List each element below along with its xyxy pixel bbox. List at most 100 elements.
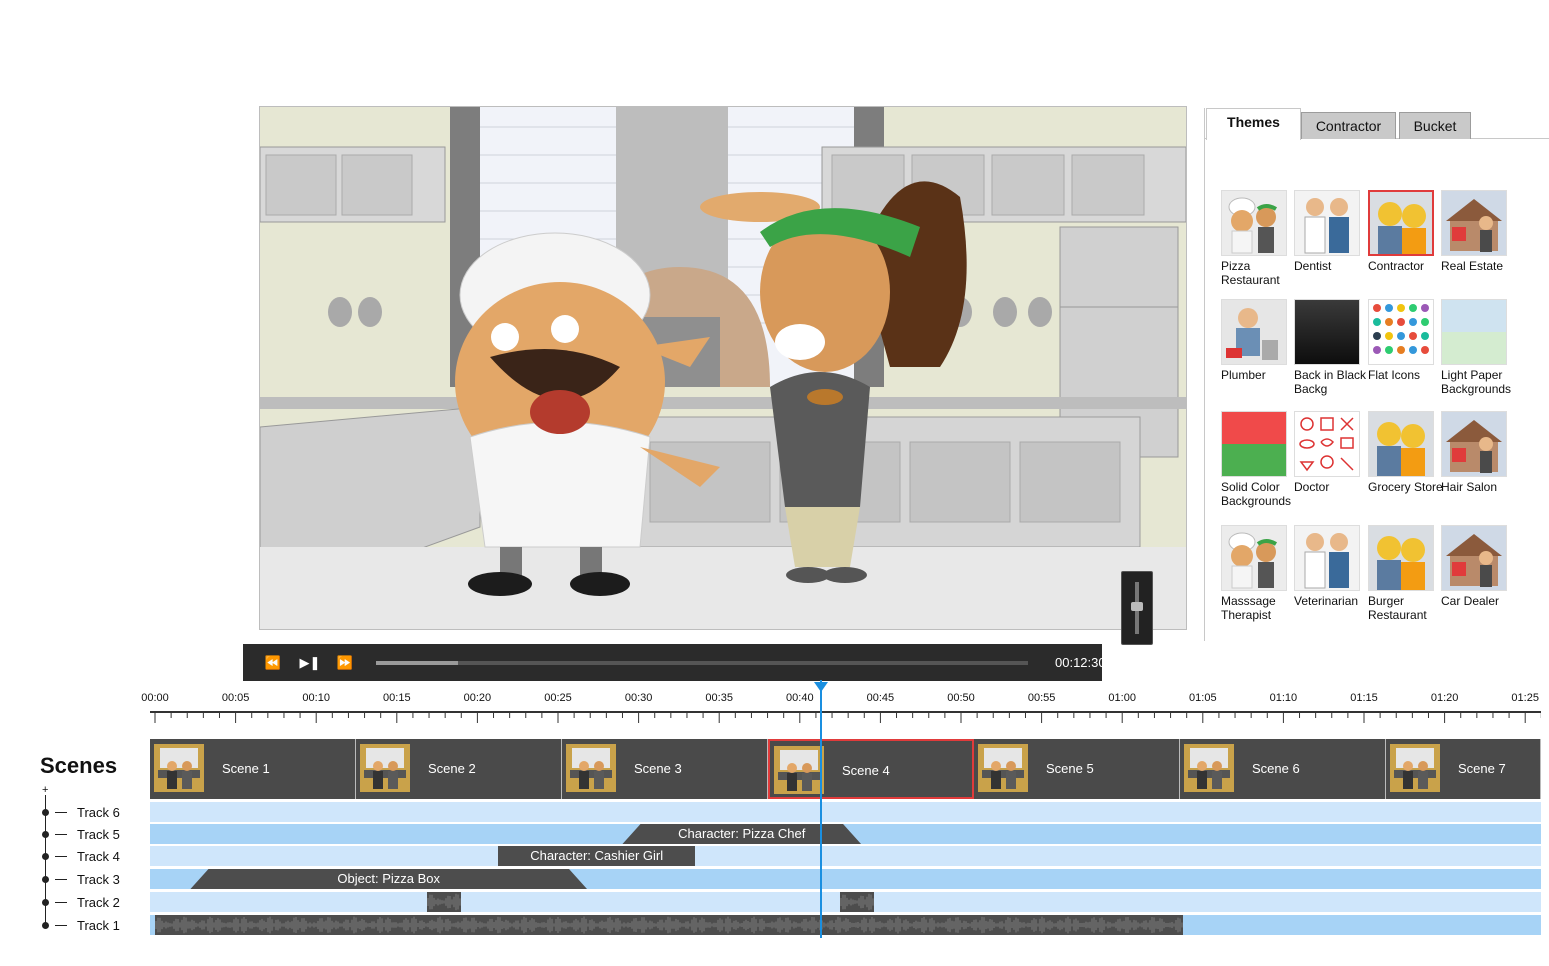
track-node-icon (42, 809, 49, 816)
track-connector (55, 812, 67, 813)
tab-bucket[interactable]: Bucket (1399, 112, 1471, 139)
time-ruler-ticks (154, 713, 1541, 723)
waveform (427, 893, 461, 911)
scene-thumbnail (360, 744, 410, 792)
scene-item[interactable]: Scene 4 (768, 739, 974, 799)
theme-label: Doctor (1294, 480, 1330, 494)
theme-thumbnail (1368, 299, 1434, 365)
theme-label: Light Paper Backgrounds (1441, 368, 1512, 396)
theme-label: Solid Color Backgrounds (1221, 480, 1292, 508)
theme-item[interactable]: Dentist (1294, 190, 1366, 273)
theme-item[interactable]: Contractor (1368, 190, 1440, 273)
theme-item[interactable]: Burger Restaurant (1368, 525, 1440, 622)
rewind-icon[interactable]: ⏪ (261, 653, 285, 673)
theme-item[interactable]: Solid Color Backgrounds (1221, 411, 1293, 508)
theme-thumbnail (1221, 299, 1287, 365)
track-label[interactable]: Track 5 (77, 827, 120, 842)
audio-clip[interactable] (427, 892, 462, 912)
ruler-tick-label: 01:10 (1269, 692, 1298, 704)
track-connector (55, 856, 67, 857)
ruler-tick-label: 00:55 (1027, 692, 1056, 704)
track-label[interactable]: Track 2 (77, 895, 120, 910)
track-node-icon (42, 899, 49, 906)
scene-item[interactable]: Scene 5 (974, 739, 1180, 799)
ruler-tick-label: 00:50 (947, 692, 975, 704)
track-connector (55, 834, 67, 835)
ruler-tick-label: 00:00 (141, 692, 169, 704)
time-ruler-labels: 00:00 00:05 00:10 00:15 00:20 00:25 00:30 00:35… (0, 692, 1549, 708)
asset-panel: Themes Contractor Bucket Pizza Restauran… (1204, 108, 1549, 641)
scene-thumbnail (1184, 744, 1234, 792)
theme-item[interactable]: Light Paper Backgrounds (1441, 299, 1513, 396)
theme-label: Hair Salon (1441, 480, 1498, 494)
timeline-clip[interactable]: Object: Pizza Box (190, 869, 587, 889)
waveform (840, 893, 874, 911)
track-connector (55, 879, 67, 880)
audio-clip[interactable] (155, 915, 1183, 935)
scene-label: Scene 6 (1252, 761, 1300, 776)
volume-knob[interactable] (1131, 601, 1143, 611)
video-stage[interactable] (259, 106, 1187, 630)
theme-item[interactable]: Pizza Restaurant (1221, 190, 1293, 287)
theme-label: Plumber (1221, 368, 1266, 382)
timeline-clip[interactable]: Character: Pizza Chef (622, 824, 861, 844)
current-time: 00:12:30 (1055, 655, 1106, 670)
theme-item[interactable]: Veterinarian (1294, 525, 1366, 608)
seek-bar[interactable] (376, 661, 1028, 665)
theme-thumbnail (1441, 411, 1507, 477)
theme-item[interactable]: Grocery Store (1368, 411, 1443, 494)
theme-item[interactable]: Doctor (1294, 411, 1366, 494)
theme-thumbnail (1441, 190, 1507, 256)
scene-label: Scene 2 (428, 761, 476, 776)
tab-contractor[interactable]: Contractor (1301, 112, 1396, 139)
scene-item[interactable]: Scene 6 (1180, 739, 1386, 799)
theme-label: Car Dealer (1441, 594, 1500, 608)
track-label[interactable]: Track 3 (77, 872, 120, 887)
clip-label: Object: Pizza Box (337, 871, 441, 886)
theme-label: Grocery Store (1368, 480, 1443, 494)
track-node-icon (42, 922, 49, 929)
play-pause-icon[interactable]: ▶❚ (298, 653, 322, 673)
theme-item[interactable]: Real Estate (1441, 190, 1513, 273)
tab-themes[interactable]: Themes (1206, 108, 1301, 140)
audio-clip[interactable] (840, 892, 875, 912)
theme-item[interactable]: Flat Icons (1368, 299, 1440, 382)
track-row[interactable] (150, 846, 1541, 866)
track-label[interactable]: Track 1 (77, 918, 120, 933)
track-row[interactable] (150, 802, 1541, 822)
ruler-tick-label: 00:20 (463, 692, 492, 704)
theme-label: Dentist (1294, 259, 1332, 273)
theme-item[interactable]: Back in Black Backg (1294, 299, 1366, 396)
track-connector (55, 902, 67, 903)
scene-item[interactable]: Scene 7 (1386, 739, 1541, 799)
scene-label: Scene 1 (222, 761, 270, 776)
theme-label: Veterinarian (1294, 594, 1359, 608)
theme-label: Flat Icons (1368, 368, 1421, 382)
theme-label: Contractor (1368, 259, 1425, 273)
scene-label: Scene 7 (1458, 761, 1506, 776)
ruler-tick-label: 00:40 (786, 692, 814, 704)
theme-item[interactable]: Hair Salon (1441, 411, 1513, 494)
theme-item[interactable]: Plumber (1221, 299, 1293, 382)
theme-item[interactable]: Car Dealer (1441, 525, 1513, 608)
theme-thumbnail (1368, 411, 1434, 477)
theme-item[interactable]: Masssage Therapist (1221, 525, 1293, 622)
scene-item[interactable]: Scene 1 (150, 739, 356, 799)
timeline-clip[interactable]: Character: Cashier Girl (498, 846, 695, 866)
ruler-tick-label: 01:15 (1350, 692, 1378, 704)
ruler-tick-label: 00:05 (221, 692, 250, 704)
scene-item[interactable]: Scene 3 (562, 739, 768, 799)
track-connector (55, 925, 67, 926)
track-label[interactable]: Track 6 (77, 805, 120, 820)
theme-thumbnail (1221, 411, 1287, 477)
volume-slider[interactable] (1121, 571, 1153, 645)
fast-forward-icon[interactable]: ⏩ (333, 653, 357, 673)
track-label[interactable]: Track 4 (77, 849, 120, 864)
theme-thumbnail (1368, 525, 1434, 591)
seek-progress (376, 661, 458, 665)
playhead[interactable] (819, 680, 822, 938)
track-node-icon (42, 853, 49, 860)
playhead-handle[interactable] (813, 682, 828, 692)
theme-thumbnail (1441, 525, 1507, 591)
scene-item[interactable]: Scene 2 (356, 739, 562, 799)
